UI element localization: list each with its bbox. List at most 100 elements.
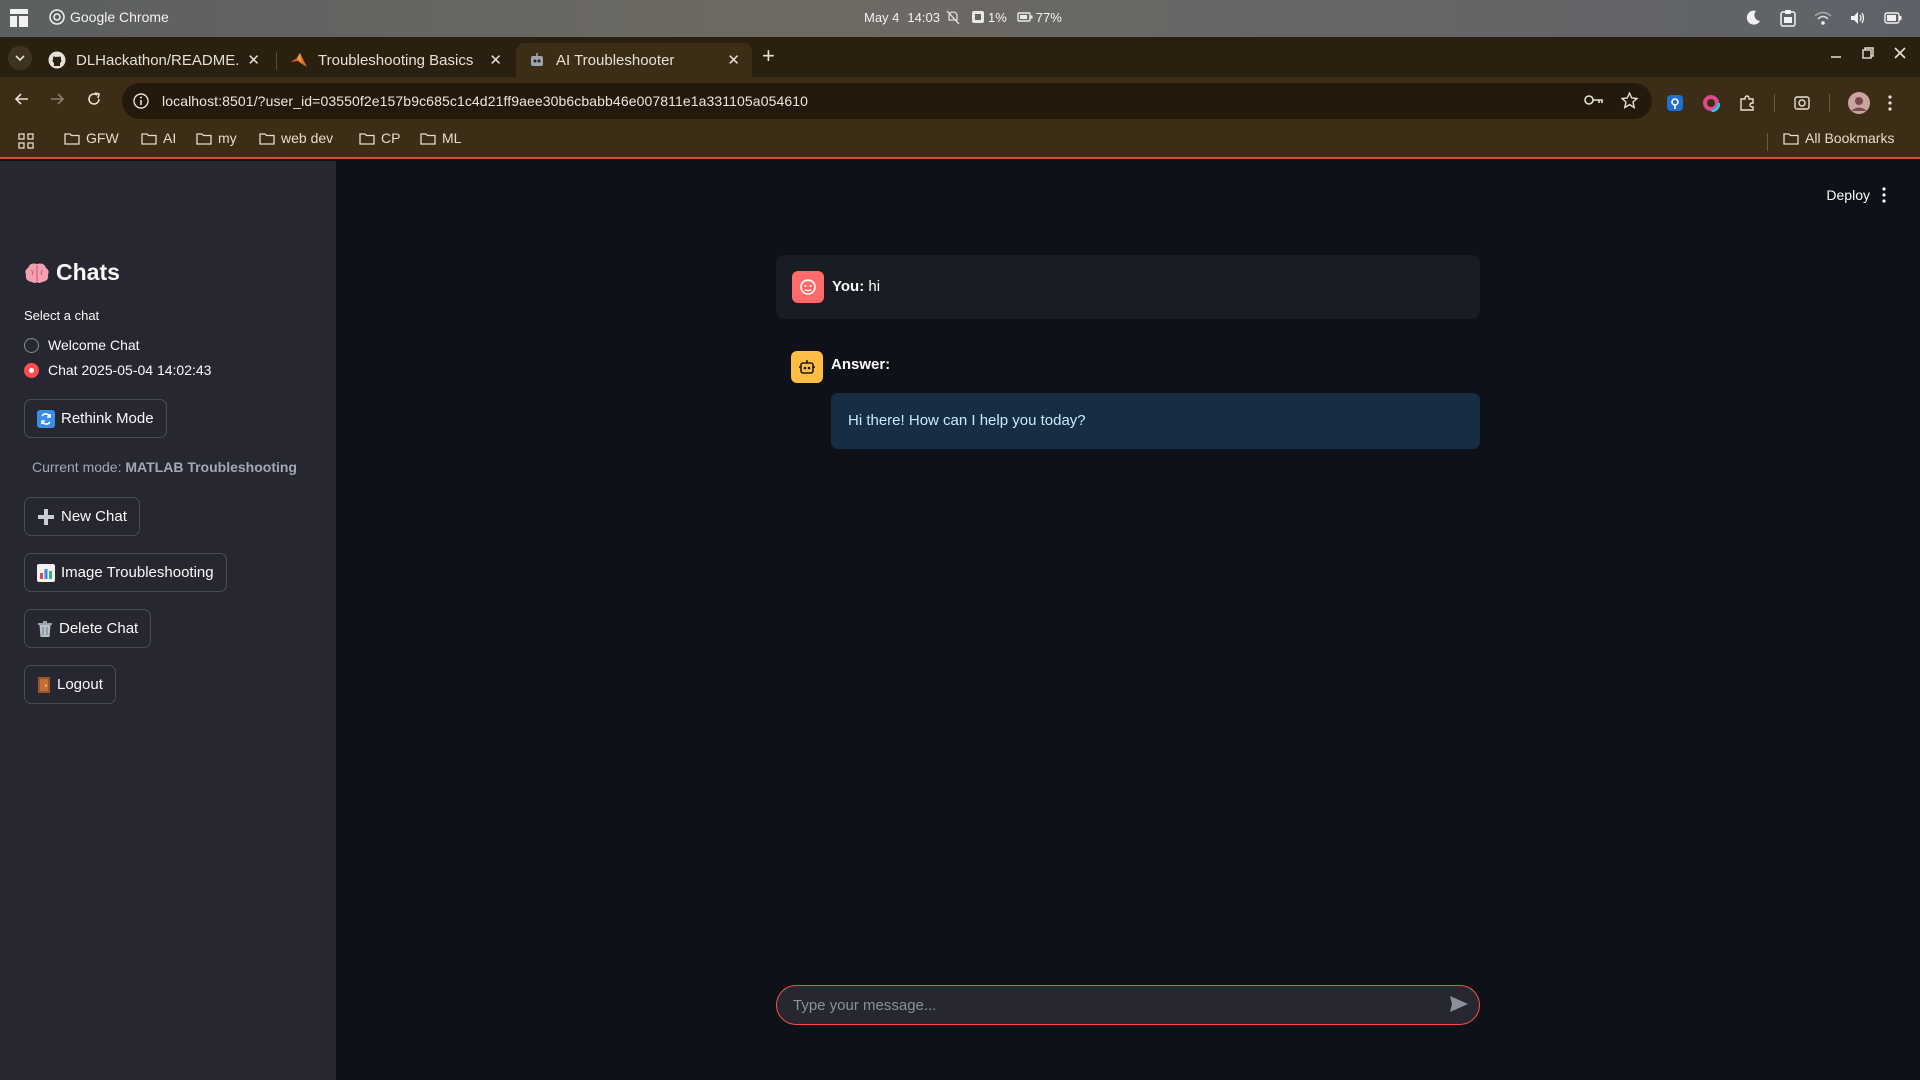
minimize-icon[interactable]	[1830, 47, 1842, 59]
logout-button[interactable]: Logout	[24, 665, 116, 704]
sidebar: Chats Select a chat Welcome Chat Chat 20…	[0, 161, 336, 1080]
battery-status-icon[interactable]	[1884, 12, 1902, 24]
toolbar-divider	[1829, 94, 1830, 112]
night-light-icon[interactable]	[1744, 9, 1762, 27]
time-text: 14:03	[907, 10, 940, 25]
chat-radio-label: Welcome Chat	[48, 337, 140, 353]
chat-input-container	[776, 985, 1480, 1025]
sidebar-title-text: Chats	[56, 259, 120, 285]
bookmarks-bar: GFW AI my web dev CP ML All Bookmarks	[0, 125, 1920, 159]
user-prefix: You:	[832, 278, 865, 295]
battery-indicator: 77%	[1017, 10, 1062, 25]
bookmark-label: AI	[163, 130, 177, 146]
forward-icon[interactable]	[49, 91, 65, 107]
all-bookmarks-button[interactable]: All Bookmarks	[1783, 130, 1894, 146]
clock[interactable]: May 4 14:03	[864, 10, 940, 25]
bookmark-folder-cp[interactable]: CP	[359, 130, 400, 146]
close-window-icon[interactable]	[1894, 47, 1906, 59]
bookmark-folder-ai[interactable]: AI	[141, 130, 176, 146]
system-indicators: 1% 77%	[945, 9, 1062, 25]
battery-icon	[1017, 12, 1033, 22]
app-name: Google Chrome	[70, 9, 169, 25]
clipboard-icon[interactable]	[1780, 9, 1796, 27]
bot-avatar-icon	[791, 351, 823, 383]
menu-kebab-icon[interactable]	[1888, 95, 1892, 111]
tab-ai-troubleshooter[interactable]: AI Troubleshooter ✕	[516, 43, 752, 77]
tab-strip: DLHackathon/README.md ✕ Troubleshooting …	[0, 37, 1920, 77]
chat-input[interactable]	[793, 995, 1413, 1015]
delete-chat-button[interactable]: Delete Chat	[24, 609, 152, 648]
plus-icon	[37, 508, 55, 526]
tab-readme[interactable]: DLHackathon/README.md ✕	[36, 43, 272, 77]
color-picker-icon[interactable]	[1702, 94, 1720, 112]
activities-icon[interactable]	[10, 9, 28, 27]
close-tab-icon[interactable]: ✕	[247, 51, 260, 69]
bar-chart-icon	[37, 563, 55, 582]
bookmark-folder-my[interactable]: my	[196, 130, 237, 146]
folder-icon	[196, 132, 212, 145]
reload-icon[interactable]	[86, 91, 102, 107]
folder-icon	[1783, 132, 1799, 145]
user-avatar-icon	[792, 271, 824, 303]
folder-icon	[141, 132, 157, 145]
new-chat-button[interactable]: New Chat	[24, 497, 140, 536]
chat-radio-welcome[interactable]: Welcome Chat	[24, 337, 140, 353]
url-text: localhost:8501/?user_id=03550f2e157b9c68…	[162, 93, 809, 109]
tab-troubleshooting-basics[interactable]: Troubleshooting Basics ✕	[278, 43, 514, 77]
github-icon	[48, 51, 66, 69]
notifications-off-icon	[945, 9, 961, 25]
matlab-icon	[290, 51, 308, 69]
site-info-icon[interactable]	[132, 92, 150, 110]
app-menu-kebab-icon[interactable]	[1882, 187, 1886, 203]
mode-value: MATLAB Troubleshooting	[125, 459, 297, 475]
folder-icon	[420, 132, 436, 145]
bookmark-folder-web-dev[interactable]: web dev	[259, 130, 333, 146]
chat-radio-current[interactable]: Chat 2025-05-04 14:02:43	[24, 362, 211, 378]
bookmark-star-icon[interactable]	[1621, 92, 1638, 109]
close-tab-icon[interactable]: ✕	[489, 51, 502, 69]
system-top-bar: Google Chrome May 4 14:03 1% 77%	[0, 0, 1920, 37]
image-troubleshooting-button[interactable]: Image Troubleshooting	[24, 553, 227, 592]
robot-icon	[528, 51, 546, 69]
password-manager-icon[interactable]	[1666, 94, 1684, 112]
rethink-mode-button[interactable]: Rethink Mode	[24, 399, 167, 438]
folder-icon	[359, 132, 375, 145]
cpu-text: 1%	[988, 9, 1007, 25]
app-menu[interactable]: Google Chrome	[49, 9, 169, 25]
back-icon[interactable]	[14, 91, 30, 107]
image-troubleshooting-label: Image Troubleshooting	[61, 564, 214, 581]
radio-selected-icon	[24, 362, 39, 378]
wifi-icon[interactable]	[1814, 11, 1832, 25]
user-message-text: You: hi	[832, 278, 880, 295]
key-icon[interactable]	[1583, 92, 1603, 109]
new-tab-button[interactable]: +	[762, 43, 775, 69]
folder-icon	[64, 132, 80, 145]
bookmark-folder-ml[interactable]: ML	[420, 130, 461, 146]
toolbar-divider	[1774, 94, 1775, 112]
send-icon[interactable]	[1449, 995, 1469, 1013]
answer-label: Answer:	[831, 356, 891, 373]
select-chat-label: Select a chat	[24, 308, 100, 323]
user-message-content: hi	[868, 278, 881, 295]
bookmarks-divider	[1767, 133, 1768, 151]
tab-title: AI Troubleshooter	[556, 51, 675, 69]
answer-text: Hi there! How can I help you today?	[831, 393, 1480, 449]
apps-grid-icon[interactable]	[18, 133, 34, 149]
profile-avatar[interactable]	[1848, 92, 1870, 114]
close-tab-icon[interactable]: ✕	[727, 51, 740, 69]
volume-icon[interactable]	[1850, 11, 1866, 25]
deploy-button[interactable]: Deploy	[1826, 187, 1870, 203]
new-chat-label: New Chat	[61, 508, 127, 525]
mode-prefix: Current mode:	[32, 459, 122, 475]
puzzle-icon[interactable]	[1738, 94, 1756, 112]
screenshot-icon[interactable]	[1793, 94, 1811, 112]
rethink-mode-label: Rethink Mode	[61, 410, 154, 427]
bookmark-folder-gfw[interactable]: GFW	[64, 130, 119, 146]
restore-icon[interactable]	[1862, 47, 1874, 59]
address-bar[interactable]: localhost:8501/?user_id=03550f2e157b9c68…	[122, 83, 1652, 119]
delete-chat-label: Delete Chat	[59, 620, 139, 637]
tab-search-button[interactable]	[8, 46, 32, 70]
bookmark-label: web dev	[281, 130, 334, 146]
date-text: May 4	[864, 10, 900, 25]
all-bookmarks-label: All Bookmarks	[1805, 130, 1895, 146]
